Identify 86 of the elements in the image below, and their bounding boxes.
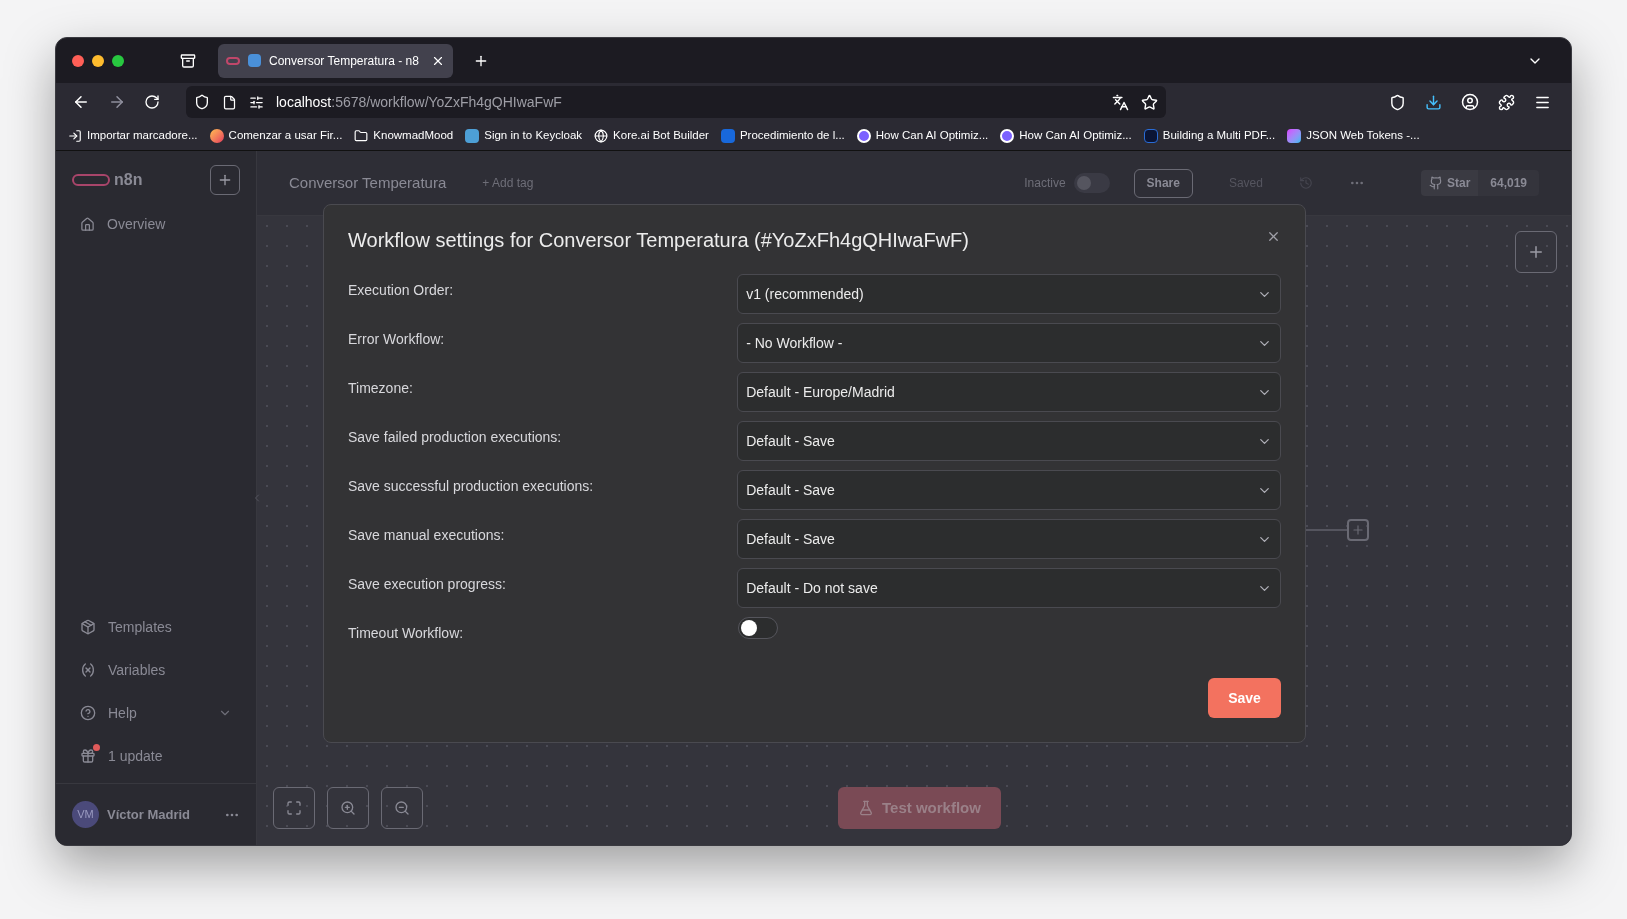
address-bar[interactable]: localhost:5678/workflow/YoZxFh4gQHIwaFwF [186,86,1166,118]
add-node-button[interactable] [1515,231,1557,273]
setting-label: Save failed production executions: [348,428,563,447]
flask-icon [858,800,874,816]
star-logo-icon [1287,128,1302,143]
zoom-out-icon [394,800,410,816]
github-icon [1428,176,1443,190]
select-field[interactable]: Default - Europe/Madrid [737,372,1281,412]
gift-icon [80,748,96,764]
active-toggle[interactable] [1073,173,1110,193]
zoom-out-button[interactable] [381,787,423,829]
setting-label: Timezone: [348,379,414,398]
select-field[interactable]: v1 (recommended) [737,274,1281,314]
tab-title: Conversor Temperatura - n8 [269,52,419,70]
sidebar-item[interactable]: 1 update [56,741,256,771]
minimize-window-button[interactable] [92,54,104,67]
share-button[interactable]: Share [1133,168,1193,198]
import-icon [68,128,82,143]
bookmark-item[interactable]: Comenzar a usar Fir... [209,126,343,145]
browser-logo-icon [209,128,224,143]
logo-text: n8n [114,170,143,190]
key-site-icon [465,128,480,143]
close-icon[interactable] [1266,229,1281,244]
star-count: 64,019 [1478,170,1539,196]
sidebar-item[interactable]: Variables [56,655,256,685]
bookmark-item[interactable]: How Can AI Optimiz... [856,126,989,145]
url-text: localhost:5678/workflow/YoZxFh4gQHIwaFwF [276,92,562,112]
user-avatar: VM [72,801,99,828]
page-icon [222,94,237,110]
sidebar-item[interactable]: Overview [56,209,256,239]
bookmark-item[interactable]: Building a Multi PDF... [1143,126,1276,145]
bookmark-item[interactable]: How Can AI Optimiz... [1000,126,1132,145]
browser-tab[interactable]: Conversor Temperatura - n8 [218,43,453,78]
setting-label: Save successful production executions: [348,477,595,496]
bookmark-item[interactable]: Kore.ai Bot Builder [594,126,709,145]
select-field[interactable]: Default - Save [737,519,1281,559]
setting-label: Timeout Workflow: [348,624,465,643]
zoom-in-button[interactable] [327,787,369,829]
box-icon [80,619,96,635]
tab-groups-icon[interactable] [180,52,196,69]
setting-label: Save manual executions: [348,526,506,545]
setting-label: Error Workflow: [348,330,446,349]
variable-icon [80,662,96,678]
help-icon [80,705,96,721]
permissions-icon [249,94,264,110]
forward-icon[interactable] [108,93,126,111]
zoom-in-icon [340,800,356,816]
home-icon [80,216,95,232]
bookmark-item[interactable]: KnowmadMood [354,126,454,145]
add-button[interactable] [210,165,240,195]
fit-view-icon [286,800,302,816]
bookmark-item[interactable]: Importar marcadore... [68,126,198,145]
status-label: Inactive [1024,175,1066,192]
workflow-name[interactable]: Conversor Temperatura [289,171,447,195]
site-logo-icon [720,128,735,143]
bookmark-item[interactable]: JSON Web Tokens -... [1287,126,1420,145]
zoom-window-button[interactable] [112,54,124,67]
select-field[interactable]: Default - Save [737,470,1281,510]
bookmark-item[interactable]: Sign in to Keycloak [465,126,583,145]
shield-icon [194,94,210,110]
extensions-icon[interactable] [1498,93,1515,111]
setting-label: Save execution progress: [348,575,507,594]
plus-icon [1527,243,1545,261]
bookmark-star-icon[interactable] [1141,93,1158,111]
globe-icon [594,128,609,143]
download-icon[interactable] [1425,93,1442,111]
bookmark-item[interactable]: Procedimiento de l... [720,126,845,145]
translate-icon[interactable] [1112,93,1129,111]
site-logo-icon [1143,128,1158,143]
select-field[interactable]: Default - Save [737,421,1281,461]
select-field[interactable]: Default - Do not save [737,568,1281,608]
plus-icon [217,172,233,188]
sidebar-item[interactable]: Help [56,698,256,728]
add-node-button[interactable] [1347,519,1369,541]
sidebar-item[interactable]: Templates [56,612,256,642]
reload-icon[interactable] [144,94,160,110]
close-window-button[interactable] [72,54,84,67]
account-icon[interactable] [1461,93,1479,111]
dialog-title: Workflow settings for Conversor Temperatura (#YoZxFh4gQHIwaFwF) [348,228,969,253]
plus-icon [1351,523,1365,537]
toggle-switch[interactable] [738,617,778,639]
select-field[interactable]: - No Workflow - [737,323,1281,363]
folder-icon [354,128,369,143]
user-name: Víctor Madrid [107,805,191,824]
back-icon[interactable] [72,93,90,111]
setting-label: Execution Order: [348,281,455,300]
